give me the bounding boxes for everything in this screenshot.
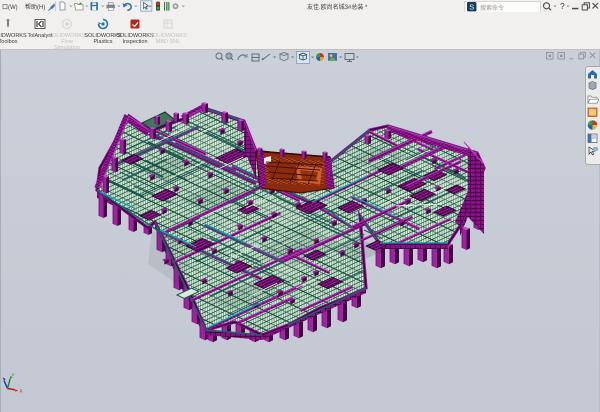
svg-text:Y: Y — [12, 373, 15, 378]
svg-text:X: X — [20, 389, 23, 394]
